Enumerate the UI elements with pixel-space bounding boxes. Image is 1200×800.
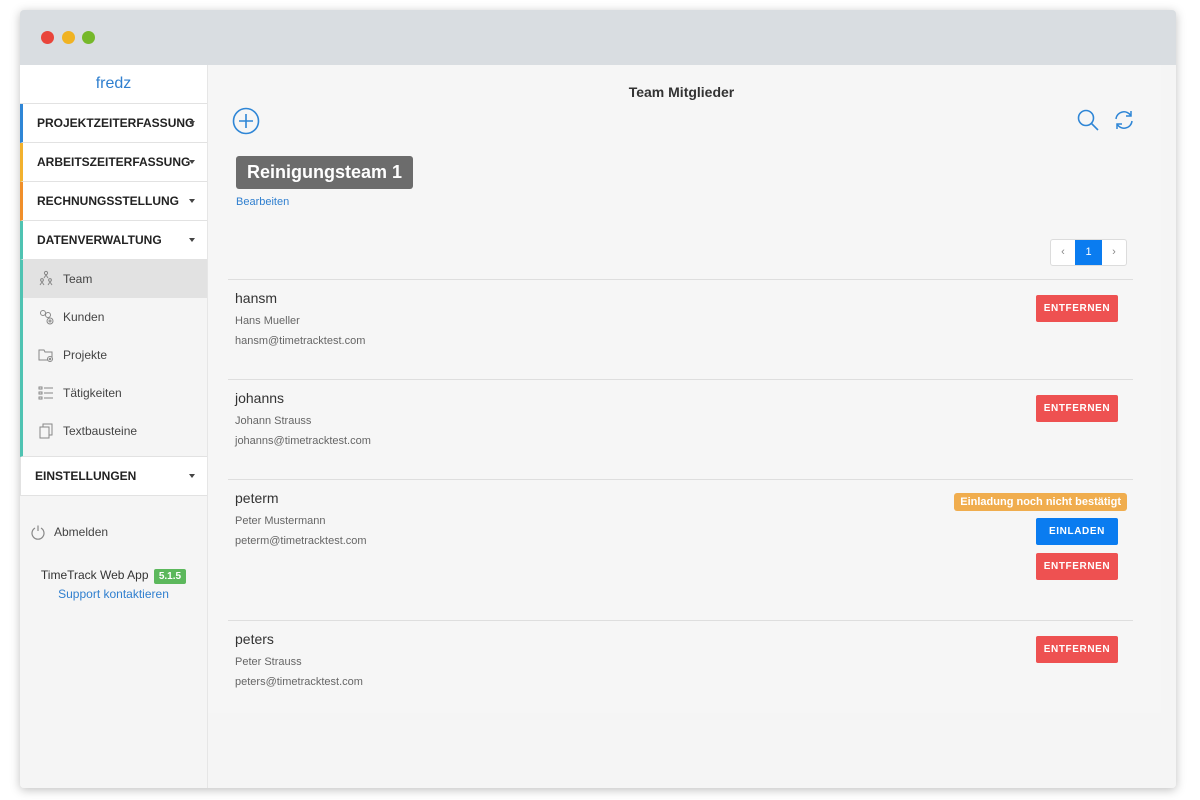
brand-name[interactable]: fredz — [20, 65, 207, 104]
sidebar-item-label: Tätigkeiten — [63, 386, 122, 400]
member-full-name: Peter Mustermann — [235, 515, 326, 527]
remove-member-button[interactable]: ENTFERNEN — [1036, 295, 1118, 322]
list-item: hansm Hans Mueller hansm@timetracktest.c… — [228, 279, 1133, 379]
nav-section-datenverwaltung[interactable]: DATENVERWALTUNG — [20, 221, 207, 260]
customers-icon — [37, 308, 55, 326]
caret-down-icon — [189, 238, 195, 242]
content-panel: Team Mitglieder Reinigungsteam 1 Bearbei… — [208, 65, 1161, 713]
pagination-page[interactable]: 1 — [1075, 240, 1102, 265]
nav-section-label: ARBEITSZEITERFASSUNG — [37, 155, 191, 169]
activities-icon — [37, 384, 55, 402]
sidebar-item-team[interactable]: Team — [23, 260, 207, 298]
page-title: Team Mitglieder — [628, 84, 735, 100]
list-item: peterm Peter Mustermann peterm@timetrack… — [228, 479, 1133, 620]
power-icon — [30, 524, 46, 540]
member-username: johanns — [235, 390, 285, 406]
member-username: peters — [235, 631, 274, 647]
nav-section-label: PROJEKTZEITERFASSUNG — [37, 116, 195, 130]
nav-section-label: DATENVERWALTUNG — [37, 233, 162, 247]
logout-button[interactable]: Abmelden — [20, 522, 207, 542]
sidebar-item-label: Projekte — [63, 348, 108, 362]
version-badge: 5.1.5 — [153, 569, 187, 584]
member-username: peterm — [235, 490, 279, 506]
sidebar-item-projekte[interactable]: Projekte — [23, 336, 207, 374]
search-button[interactable] — [1076, 108, 1100, 132]
refresh-button[interactable] — [1112, 108, 1136, 132]
member-full-name: Peter Strauss — [235, 656, 302, 668]
member-email: peterm@timetracktest.com — [235, 535, 367, 547]
text-blocks-icon — [37, 422, 55, 440]
nav-section-arbeitszeiterfassung[interactable]: ARBEITSZEITERFASSUNG — [20, 143, 207, 182]
nav-section-projektzeiterfassung[interactable]: PROJEKTZEITERFASSUNG — [20, 104, 207, 143]
pagination-prev[interactable]: ‹ — [1051, 240, 1075, 265]
logout-label: Abmelden — [54, 525, 109, 539]
member-email: johanns@timetracktest.com — [235, 435, 371, 447]
edit-team-link[interactable]: Bearbeiten — [236, 196, 289, 208]
search-icon — [1077, 109, 1099, 131]
remove-member-button[interactable]: ENTFERNEN — [1036, 553, 1118, 580]
title-bar — [20, 10, 1176, 65]
member-list: hansm Hans Mueller hansm@timetracktest.c… — [228, 279, 1133, 712]
nav-section-rechnungsstellung[interactable]: RECHNUNGSSTELLUNG — [20, 182, 207, 221]
team-name-label: Reinigungsteam 1 — [236, 156, 414, 189]
nav-section-einstellungen[interactable]: EINSTELLUNGEN — [20, 457, 207, 496]
invite-member-button[interactable]: EINLADEN — [1036, 518, 1118, 545]
projects-icon — [37, 346, 55, 364]
member-email: hansm@timetracktest.com — [235, 335, 366, 347]
team-icon — [37, 270, 55, 288]
member-full-name: Johann Strauss — [235, 415, 312, 427]
member-email: peters@timetracktest.com — [235, 676, 363, 688]
close-window-button[interactable] — [41, 31, 54, 44]
caret-down-icon — [189, 160, 195, 164]
caret-down-icon — [189, 474, 195, 478]
sidebar-item-textbausteine[interactable]: Textbausteine — [23, 412, 207, 450]
refresh-icon — [1115, 111, 1133, 129]
pagination: ‹ 1 › — [1050, 239, 1127, 266]
member-full-name: Hans Mueller — [235, 315, 300, 327]
member-username: hansm — [235, 290, 278, 306]
nav-section-label: RECHNUNGSSTELLUNG — [37, 194, 180, 208]
remove-member-button[interactable]: ENTFERNEN — [1036, 636, 1118, 663]
sidebar-item-label: Kunden — [63, 310, 105, 324]
invitation-pending-badge: Einladung noch nicht bestätigt — [954, 493, 1127, 511]
datenverwaltung-submenu: Team Kunden Projekte Tätigkeiten Textbau… — [20, 260, 207, 457]
add-member-button[interactable] — [232, 107, 260, 135]
list-item: johanns Johann Strauss johanns@timetrack… — [228, 379, 1133, 479]
caret-down-icon — [189, 199, 195, 203]
caret-down-icon — [189, 121, 195, 125]
app-name: TimeTrack Web App — [40, 568, 149, 582]
sidebar: fredz PROJEKTZEITERFASSUNG ARBEITSZEITER… — [20, 65, 208, 788]
maximize-window-button[interactable] — [82, 31, 95, 44]
list-item: peters Peter Strauss peters@timetracktes… — [228, 620, 1133, 712]
app-info: TimeTrack Web App 5.1.5 Support kontakti… — [20, 568, 207, 601]
minimize-window-button[interactable] — [62, 31, 75, 44]
sidebar-item-taetigkeiten[interactable]: Tätigkeiten — [23, 374, 207, 412]
sidebar-item-kunden[interactable]: Kunden — [23, 298, 207, 336]
app-window: fredz PROJEKTZEITERFASSUNG ARBEITSZEITER… — [20, 10, 1176, 788]
main-area: Team Mitglieder Reinigungsteam 1 Bearbei… — [208, 65, 1176, 788]
sidebar-item-label: Textbausteine — [63, 424, 138, 438]
sidebar-item-label: Team — [63, 272, 93, 286]
plus-circle-icon — [232, 107, 260, 135]
remove-member-button[interactable]: ENTFERNEN — [1036, 395, 1118, 422]
support-link[interactable]: Support kontaktieren — [20, 587, 207, 601]
pagination-next[interactable]: › — [1102, 240, 1126, 265]
nav-section-label: EINSTELLUNGEN — [35, 469, 137, 483]
